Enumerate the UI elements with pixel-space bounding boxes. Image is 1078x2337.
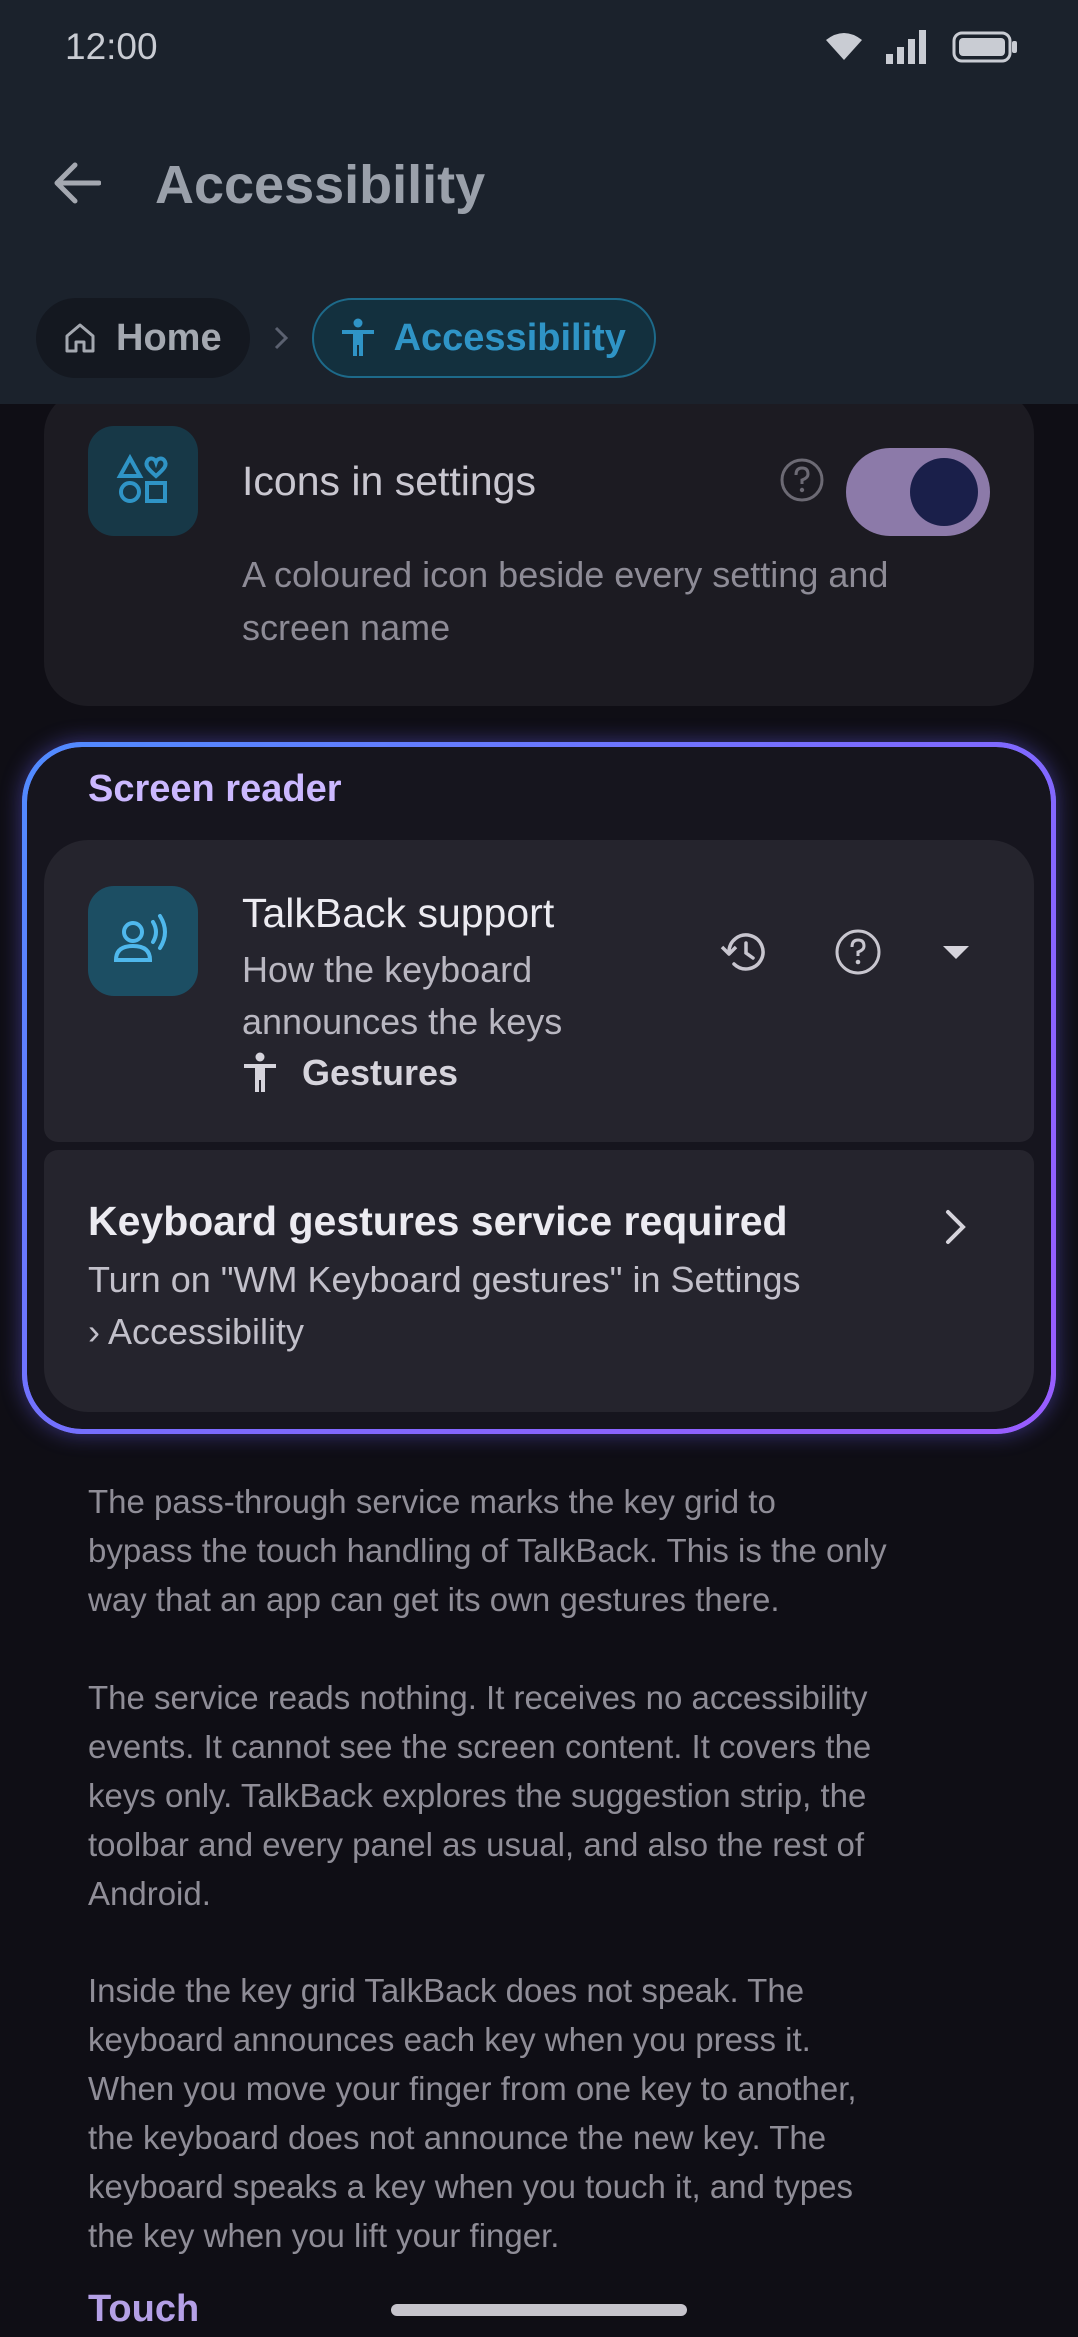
- icons-in-settings-toggle[interactable]: [846, 448, 990, 536]
- help-icon: [779, 457, 825, 508]
- talkback-subtitle-2: announces the keys: [242, 1001, 563, 1042]
- icons-in-settings-card[interactable]: Icons in settings A coloured icon beside…: [44, 390, 1034, 706]
- talkback-expand-button[interactable]: [916, 914, 996, 994]
- back-button[interactable]: [42, 150, 112, 220]
- status-icons: [824, 30, 1018, 69]
- accessibility-icon: [340, 318, 376, 358]
- arrow-back-icon: [53, 161, 102, 210]
- talkback-gestures-chip: Gestures: [242, 1052, 458, 1094]
- talkback-chip-label: Gestures: [302, 1052, 459, 1093]
- arrow-drop-down-icon: [941, 944, 971, 965]
- keyboard-gestures-service-card[interactable]: Keyboard gestures service required Turn …: [44, 1150, 1034, 1412]
- breadcrumb-accessibility[interactable]: Accessibility: [311, 298, 656, 378]
- chevron-right-icon: [272, 325, 290, 351]
- touch-section-heading: Touch: [88, 2288, 200, 2330]
- top-app-bar: 12:00 Accessibility Home Accessibility: [0, 0, 1078, 404]
- breadcrumb-accessibility-label: Accessibility: [393, 316, 626, 359]
- accessibility-icon: [242, 1052, 278, 1094]
- breadcrumb-home[interactable]: Home: [36, 298, 250, 378]
- icons-setting-description-2: screen name: [242, 607, 451, 648]
- shapes-icon: [116, 452, 170, 511]
- battery-icon: [952, 31, 1018, 68]
- signal-icon: [886, 30, 930, 69]
- talkback-subtitle-1: How the keyboard: [242, 949, 533, 990]
- talkback-title: TalkBack support: [242, 890, 555, 936]
- icons-help-button[interactable]: [762, 442, 842, 522]
- page-title: Accessibility: [155, 155, 486, 215]
- talkback-help-button[interactable]: [818, 914, 898, 994]
- gestures-service-subtitle-1: Turn on "WM Keyboard gestures" in Settin…: [88, 1259, 801, 1300]
- gestures-service-subtitle-2: › Accessibility: [88, 1311, 305, 1352]
- paragraph-key-grid: Inside the key grid TalkBack does not sp…: [88, 1972, 857, 2254]
- icons-setting-title: Icons in settings: [242, 458, 536, 504]
- screen-reader-section-label: Screen reader: [88, 768, 342, 810]
- breadcrumb: Home Accessibility: [36, 298, 656, 378]
- status-time: 12:00: [65, 26, 158, 67]
- paragraph-pass-through: The pass-through service marks the key g…: [88, 1483, 887, 1618]
- history-icon: [719, 929, 769, 980]
- talkback-tile: [88, 886, 198, 996]
- icons-setting-description-1: A coloured icon beside every setting and: [242, 554, 889, 595]
- home-icon: [62, 320, 98, 356]
- gestures-service-title: Keyboard gestures service required: [88, 1198, 788, 1244]
- help-icon: [834, 928, 882, 981]
- record-voice-icon: [113, 912, 173, 971]
- paragraph-service-reads: The service reads nothing. It receives n…: [88, 1679, 872, 1912]
- chevron-right-icon: [944, 1208, 968, 1251]
- wifi-icon: [824, 32, 864, 67]
- icons-setting-tile: [88, 426, 198, 536]
- talkback-reset-button[interactable]: [704, 914, 784, 994]
- talkback-support-card[interactable]: TalkBack support How the keyboard announ…: [44, 840, 1034, 1142]
- breadcrumb-home-label: Home: [116, 316, 222, 359]
- gesture-navigation-bar[interactable]: [391, 2304, 687, 2316]
- toggle-knob: [910, 458, 978, 526]
